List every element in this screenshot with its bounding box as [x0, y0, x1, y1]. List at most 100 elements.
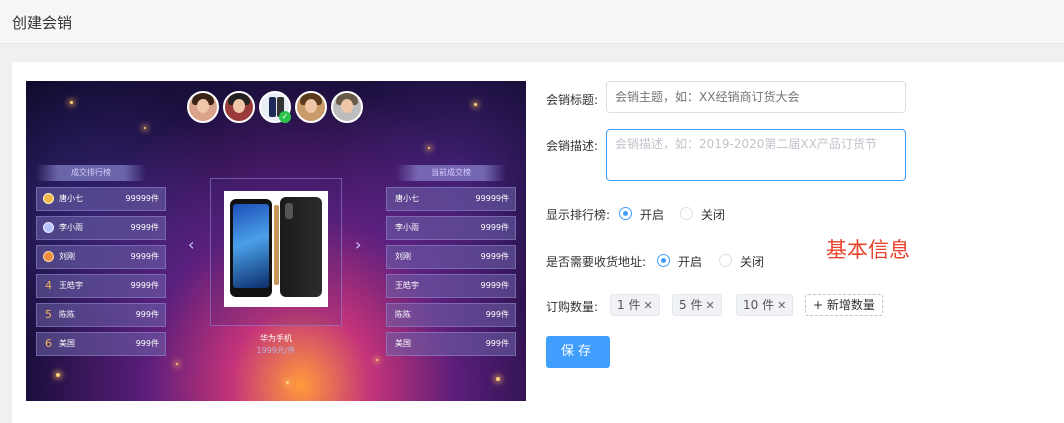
page-title: 创建会销 [12, 14, 73, 32]
rank-value: 9999件 [130, 252, 159, 261]
tag-label: 5 件 [679, 298, 703, 312]
rank-name: 美国 [395, 339, 411, 348]
rank-number: 6 [45, 337, 52, 350]
radio-label: 关闭 [701, 208, 726, 222]
quantity-tag: 1 件 ✕ [610, 294, 660, 316]
rank-name: 陈陈 [59, 310, 75, 319]
rank-value: 9999件 [130, 223, 159, 232]
sparkle [144, 127, 146, 129]
rank-name: 唐小七 [59, 194, 83, 203]
rank-name: 刘刚 [59, 252, 75, 261]
left-board-title: 成交排行榜 [36, 165, 146, 181]
radio-label: 关闭 [740, 255, 765, 269]
rank-value: 999件 [485, 310, 509, 319]
title-label: 会销标题: [546, 93, 599, 107]
rank-row: 刘刚 9999件 [386, 245, 516, 269]
rank-value: 999件 [485, 339, 509, 348]
rank-row: 唐小七 99999件 [386, 187, 516, 211]
product-price: 1999元/件 [256, 346, 296, 355]
rank-name: 王皓宇 [59, 281, 83, 290]
title-input[interactable] [606, 81, 906, 113]
avatar [295, 91, 327, 123]
right-board-title: 当前成交榜 [396, 165, 506, 181]
rank-value: 9999件 [480, 281, 509, 290]
next-arrow-icon[interactable]: › [355, 235, 361, 254]
ranking-on-radio[interactable]: 开启 [619, 206, 667, 222]
rank-row: 6 美国 999件 [36, 332, 166, 356]
close-icon[interactable]: ✕ [777, 299, 786, 312]
product-name: 华为手机 [260, 334, 292, 343]
rank-row: 李小雨 9999件 [36, 216, 166, 240]
rank-value: 99999件 [125, 194, 159, 203]
rank-row: 陈陈 999件 [386, 303, 516, 327]
address-on-radio[interactable]: 开启 [657, 253, 705, 269]
meeting-preview: ✓ 成交排行榜 当前成交榜 唐小七 99999件 李小雨 9999件 刘刚 9999件… [26, 81, 526, 401]
rank-value: 999件 [135, 310, 159, 319]
radio-label: 开启 [678, 255, 703, 269]
avatar [187, 91, 219, 123]
tag-label: 10 件 [743, 298, 775, 312]
rank-row: 5 陈陈 999件 [36, 303, 166, 327]
quantity-tag: 5 件 ✕ [672, 294, 722, 316]
description-label: 会销描述: [546, 139, 599, 153]
right-ranking-list: 唐小七 99999件 李小雨 9999件 刘刚 9999件 王皓宇 9999件 陈陈 99… [386, 187, 516, 361]
gold-medal-icon [43, 193, 54, 204]
silver-medal-icon [43, 222, 54, 233]
phone-front-image [230, 199, 272, 297]
rank-row: 刘刚 9999件 [36, 245, 166, 269]
buyer-avatars: ✓ [187, 91, 367, 125]
ranking-label: 显示排行榜: [546, 208, 611, 222]
radio-checked-icon [657, 254, 670, 267]
rank-name: 美国 [59, 339, 75, 348]
rank-number: 5 [45, 308, 52, 321]
radio-label: 开启 [640, 208, 665, 222]
quantity-label: 订购数量: [546, 300, 599, 314]
rank-name: 王皓宇 [395, 281, 419, 290]
rank-row: 李小雨 9999件 [386, 216, 516, 240]
rank-name: 刘刚 [395, 252, 411, 261]
rank-value: 9999件 [130, 281, 159, 290]
rank-value: 999件 [135, 339, 159, 348]
add-quantity-button[interactable]: + 新增数量 [805, 294, 883, 316]
avatar [223, 91, 255, 123]
quantity-tag: 10 件 ✕ [736, 294, 794, 316]
prev-arrow-icon[interactable]: ‹ [188, 235, 194, 254]
rank-row: 唐小七 99999件 [36, 187, 166, 211]
rank-row: 王皓宇 9999件 [386, 274, 516, 298]
phone-back-image [280, 197, 322, 297]
address-off-radio[interactable]: 关闭 [719, 253, 767, 269]
bronze-medal-icon [43, 251, 54, 262]
rank-number: 4 [45, 279, 52, 292]
close-icon[interactable]: ✕ [705, 299, 714, 312]
sparkle [70, 101, 73, 104]
phone-edge-image [274, 205, 279, 285]
sparkle [176, 363, 178, 365]
product-image [224, 191, 328, 307]
sparkle [56, 373, 60, 377]
rank-value: 99999件 [475, 194, 509, 203]
description-textarea[interactable]: 会销描述，如：2019-2020第二届XX产品订货节 [606, 129, 906, 181]
sparkle [474, 103, 477, 106]
address-label: 是否需要收货地址: [546, 255, 647, 269]
sparkle [376, 359, 378, 361]
rank-row: 4 王皓宇 9999件 [36, 274, 166, 298]
rank-row: 美国 999件 [386, 332, 516, 356]
left-ranking-list: 唐小七 99999件 李小雨 9999件 刘刚 9999件 4 王皓宇 9999件 5 陈陈… [36, 187, 166, 361]
sparkle [496, 377, 500, 381]
avatar: ✓ [259, 91, 291, 123]
save-button[interactable]: 保存 [546, 336, 610, 368]
radio-checked-icon [619, 207, 632, 220]
rank-value: 9999件 [480, 252, 509, 261]
rank-name: 陈陈 [395, 310, 411, 319]
annotation-text: 基本信息 [826, 238, 910, 262]
avatar [331, 91, 363, 123]
radio-unchecked-icon [719, 254, 732, 267]
close-icon[interactable]: ✕ [643, 299, 652, 312]
rank-name: 李小雨 [59, 223, 83, 232]
ranking-off-radio[interactable]: 关闭 [680, 206, 728, 222]
rank-value: 9999件 [480, 223, 509, 232]
page-header: 创建会销 [0, 0, 1064, 44]
rank-name: 李小雨 [395, 223, 419, 232]
sparkle [428, 147, 430, 149]
radio-unchecked-icon [680, 207, 693, 220]
